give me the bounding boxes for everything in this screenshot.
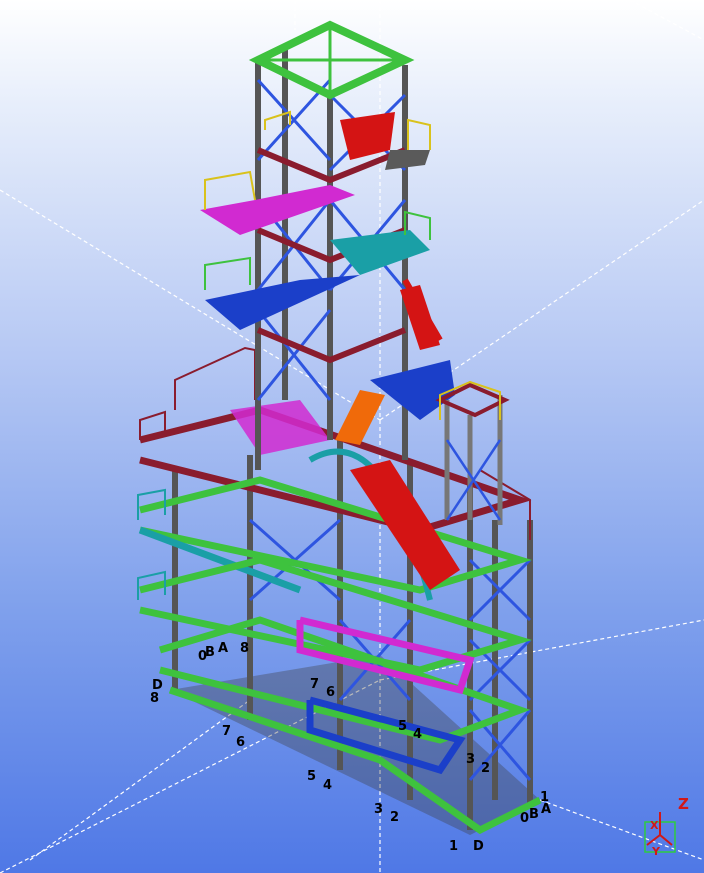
axis-triad-icon[interactable] <box>644 812 676 853</box>
structure-3d-view <box>0 0 704 873</box>
grid-label-4-front: 4 <box>323 778 333 793</box>
grid-label-mid-2: 2 <box>481 761 491 776</box>
grid-label-6-front: 6 <box>236 735 246 750</box>
grid-label-3-front: 3 <box>374 802 384 817</box>
model-viewport[interactable]: D 8 0 B A 8 7 6 7 6 5 4 5 4 3 2 3 2 1 D … <box>0 0 704 873</box>
lower-frame[interactable] <box>137 346 542 835</box>
grid-label-b-right: B <box>529 807 539 822</box>
grid-label-2-front: 2 <box>390 810 400 825</box>
grid-label-0-right: 0 <box>520 811 530 826</box>
axis-y-label: Y <box>652 845 660 858</box>
grid-label-mid-5: 5 <box>398 719 408 734</box>
grid-label-8-back: 8 <box>240 641 250 656</box>
grid-label-a-back: A <box>218 641 229 656</box>
grid-label-mid-6: 6 <box>326 685 336 700</box>
grid-label-b-back: B <box>205 645 215 660</box>
tower-frame[interactable] <box>200 20 510 525</box>
grid-label-mid-3: 3 <box>466 752 476 767</box>
grid-label-mid-7: 7 <box>310 677 320 692</box>
grid-label-5-front: 5 <box>307 769 317 784</box>
grid-label-d-front: D <box>473 839 484 854</box>
grid-label-8-left: 8 <box>150 691 160 706</box>
grid-label-7-front: 7 <box>222 724 232 739</box>
grid-label-1-front: 1 <box>449 839 459 854</box>
grid-label-1-right: 1 <box>540 790 550 805</box>
axis-x-label: X <box>650 819 659 832</box>
axis-z-label: Z <box>678 795 689 813</box>
grid-label-mid-4: 4 <box>413 727 423 742</box>
